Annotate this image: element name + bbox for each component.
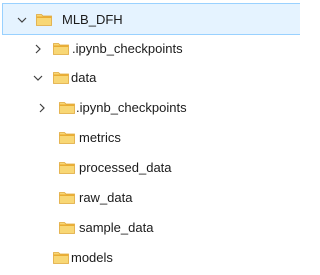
tree-item-label: models (71, 250, 113, 265)
tree-item-data[interactable]: data (0, 63, 300, 92)
folder-icon (53, 42, 69, 55)
tree-item-label: metrics (79, 130, 121, 145)
folder-icon (59, 131, 75, 144)
folder-icon (59, 191, 75, 204)
chevron-down-icon[interactable] (16, 14, 28, 26)
folder-icon (53, 251, 69, 264)
tree-item-processed-data[interactable]: processed_data (0, 153, 300, 182)
tree-item-metrics[interactable]: metrics (0, 123, 300, 152)
tree-item-label: processed_data (79, 160, 172, 175)
tree-item-sample-data[interactable]: sample_data (0, 213, 300, 242)
tree-item-models[interactable]: models (0, 243, 300, 272)
folder-icon (59, 221, 75, 234)
tree-item-ipynb-checkpoints[interactable]: .ipynb_checkpoints (0, 34, 300, 63)
chevron-right-icon[interactable] (32, 43, 44, 55)
tree-item-label: raw_data (79, 190, 133, 205)
tree-item-label: .ipynb_checkpoints (72, 41, 183, 56)
chevron-right-icon[interactable] (36, 102, 48, 114)
tree-item-label: MLB_DFH (62, 12, 123, 27)
folder-tree: MLB_DFH .ipynb_checkpoints data .ipynb_c… (0, 0, 300, 275)
tree-item-label: data (71, 70, 97, 85)
folder-icon (59, 161, 75, 174)
chevron-down-icon[interactable] (32, 72, 44, 84)
tree-item-label: .ipynb_checkpoints (76, 100, 187, 115)
folder-icon (53, 71, 69, 84)
tree-item-data-ipynb-checkpoints[interactable]: .ipynb_checkpoints (0, 93, 300, 122)
tree-item-mlb-dfh[interactable]: MLB_DFH (2, 3, 300, 35)
folder-icon (59, 101, 75, 114)
tree-item-label: sample_data (79, 220, 154, 235)
tree-item-raw-data[interactable]: raw_data (0, 183, 300, 212)
folder-icon (36, 13, 52, 26)
